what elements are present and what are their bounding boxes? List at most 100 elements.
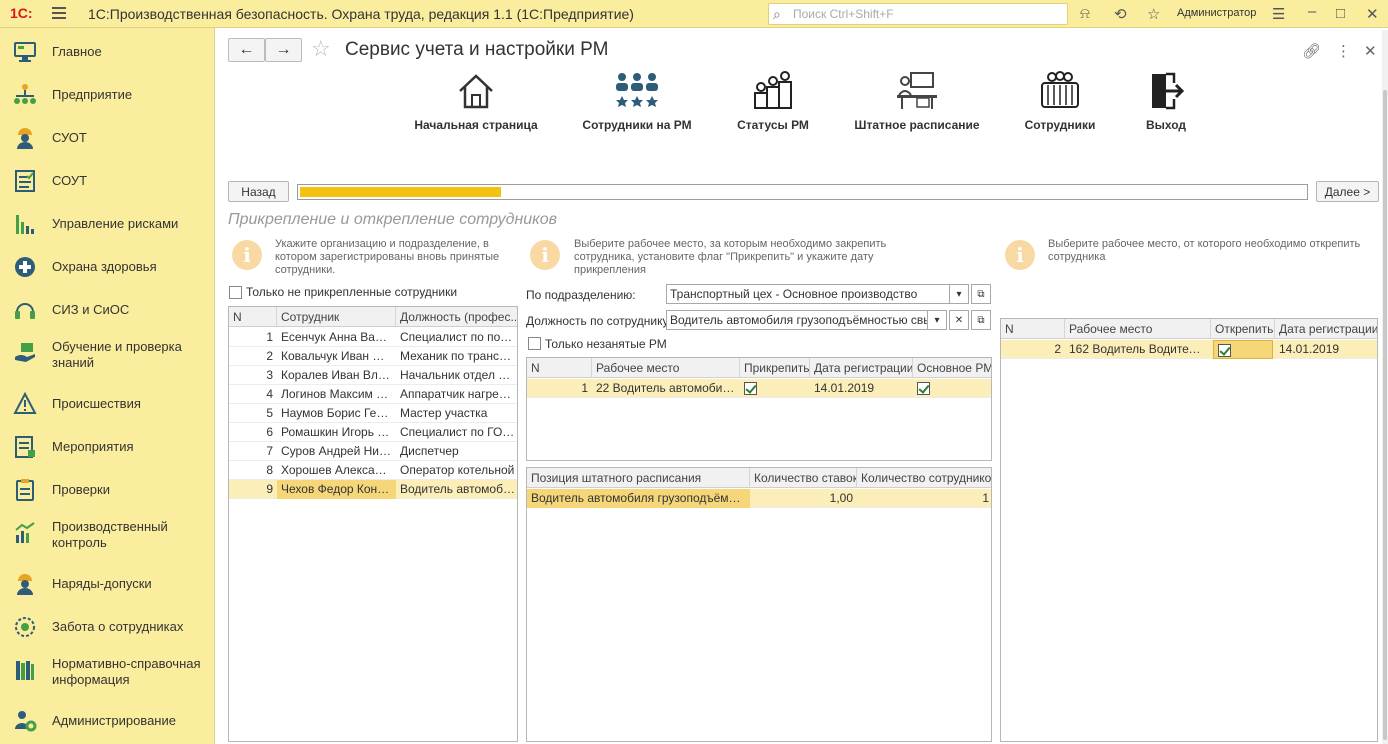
right-note: Выберите рабочее место, от которого необ… <box>1048 238 1361 263</box>
favorite-star-icon[interactable]: ☆ <box>311 36 331 62</box>
division-open-button[interactable]: ⧉ <box>971 284 991 304</box>
position-clear-button[interactable]: ✕ <box>949 310 969 330</box>
checklist-icon <box>12 169 38 193</box>
admin-gear-icon <box>12 709 38 733</box>
col-n[interactable]: N <box>229 307 277 327</box>
col-employee-count[interactable]: Количество сотрудников <box>857 468 991 488</box>
sidebar: Главное Предприятие СУОТ СОУТ Управление… <box>0 28 215 744</box>
tile-home[interactable]: Начальная страница <box>401 68 551 132</box>
cell-position: Специалист по ГО и ... <box>400 425 518 439</box>
step-progress-bar <box>297 184 1308 200</box>
people-stars-icon <box>562 68 712 114</box>
maximize-icon[interactable]: □ <box>1336 5 1345 22</box>
col-n[interactable]: N <box>527 358 592 378</box>
search-input[interactable] <box>791 6 1061 22</box>
cell-position: Водитель автомобил... <box>400 482 518 496</box>
detach-checkbox[interactable] <box>1213 340 1273 359</box>
col-workplace[interactable]: Рабочее место <box>1065 319 1211 339</box>
task-list-icon <box>12 435 38 459</box>
exit-icon <box>1091 68 1241 114</box>
staff-schedule-table[interactable]: Позиция штатного расписания Количество с… <box>526 467 992 742</box>
division-dropdown-button[interactable]: ▾ <box>949 284 969 304</box>
table-row[interactable]: 3 Коралев Иван Влад... Начальник отдел Пж.… <box>229 366 517 385</box>
col-staff-position[interactable]: Позиция штатного расписания <box>527 468 750 488</box>
tile-employees-on-workplaces[interactable]: Сотрудники на РМ <box>562 68 712 132</box>
page-scrollbar[interactable] <box>1382 30 1388 744</box>
medical-cross-icon <box>12 255 38 279</box>
favorites-icon[interactable]: ☆ <box>1147 5 1160 23</box>
care-icon <box>12 615 38 639</box>
attach-checkbox[interactable] <box>740 379 810 398</box>
attach-workplaces-table[interactable]: N Рабочее место Прикрепить Дата регистра… <box>526 357 992 461</box>
position-open-button[interactable]: ⧉ <box>971 310 991 330</box>
col-main-workplace[interactable]: Основное РМ <box>913 358 991 378</box>
table-row[interactable]: 6 Ромашкин Игорь Ев... Специалист по ГО и … <box>229 423 517 442</box>
col-workplace[interactable]: Рабочее место <box>592 358 740 378</box>
position-field[interactable]: Водитель автомобиля грузоподъёмностью св… <box>666 310 928 330</box>
checkbox-checked-icon <box>917 382 930 396</box>
back-button[interactable]: Назад <box>228 181 289 202</box>
position-label: Должность по сотруднику: <box>526 314 672 328</box>
info-icon: i <box>1005 240 1035 270</box>
table-row[interactable]: 7 Суров Андрей Никол... Диспетчер <box>229 442 517 461</box>
monitor-icon <box>12 40 38 64</box>
employees-table[interactable]: N Сотрудник Должность (профес... 1 Есенчу… <box>228 306 518 742</box>
cell-name: Логинов Максим Ф... <box>281 387 396 401</box>
bell-icon[interactable]: ⍾ <box>1080 5 1090 22</box>
table-row[interactable]: Водитель автомобиля грузоподъёмност... 1… <box>527 489 991 508</box>
cell-n: 6 <box>266 425 273 439</box>
clear-icon: ✕ <box>954 314 964 326</box>
nav-forward-button[interactable]: → <box>265 38 302 62</box>
only-free-label: Только незанятые РМ <box>545 337 667 351</box>
tile-workplace-statuses[interactable]: Статусы РМ <box>698 68 848 132</box>
table-header: N Рабочее место Открепить Дата регистрац… <box>1001 319 1377 339</box>
only-free-checkbox[interactable] <box>528 337 541 350</box>
col-reg-date[interactable]: Дата регистрации <box>1275 319 1377 339</box>
table-row[interactable]: 1 22 Водитель автомобиля ... 14.01.2019 <box>527 379 991 398</box>
col-reg-date[interactable]: Дата регистрации <box>810 358 913 378</box>
col-position[interactable]: Должность (профес... <box>396 307 517 327</box>
table-row[interactable]: 8 Хорошев Александр... Оператор котельной <box>229 461 517 480</box>
progress-fill <box>300 187 501 197</box>
cell-name: Есенчук Анна Валер... <box>281 330 396 344</box>
current-user[interactable]: Администратор <box>1177 7 1256 19</box>
cell-position: Мастер участка <box>400 406 488 420</box>
global-search[interactable]: ⌕ <box>768 3 1068 25</box>
info-icon: i <box>530 240 560 270</box>
division-field[interactable]: Транспортный цех - Основное производство <box>666 284 950 304</box>
table-row[interactable]: 4 Логинов Максим Ф... Аппаратчик нагрева .… <box>229 385 517 404</box>
nav-back-button[interactable]: ← <box>228 38 265 62</box>
tile-exit[interactable]: Выход <box>1091 68 1241 132</box>
headphones-icon <box>12 298 38 322</box>
col-detach[interactable]: Открепить <box>1211 319 1275 339</box>
close-window-icon[interactable]: ✕ <box>1366 5 1379 23</box>
cell-name: Коралев Иван Влад... <box>281 368 396 382</box>
main-workplace-checkbox[interactable] <box>913 379 991 398</box>
tile-staff-schedule[interactable]: Штатное расписание <box>842 68 992 132</box>
table-row[interactable]: 2 162 Водитель Водитель а... 14.01.2019 <box>1001 340 1377 359</box>
detach-workplaces-table[interactable]: N Рабочее место Открепить Дата регистрац… <box>1000 318 1378 742</box>
menu-icon[interactable] <box>52 7 66 19</box>
scrollbar-thumb[interactable] <box>1383 90 1387 740</box>
chevron-down-icon: ▾ <box>934 314 940 326</box>
close-form-icon[interactable]: ✕ <box>1364 42 1377 60</box>
table-row[interactable]: 2 Ковальчук Иван Оле... Механик по трансп.… <box>229 347 517 366</box>
cell-name: Ковальчук Иван Оле... <box>281 349 396 363</box>
only-unattached-checkbox[interactable] <box>229 286 242 299</box>
history-icon[interactable]: ⟲ <box>1114 5 1127 23</box>
table-row[interactable]: 9 Чехов Федор Кондр... Водитель автомобил.… <box>229 480 517 499</box>
table-row[interactable]: 1 Есенчук Анна Валер... Специалист по пожа… <box>229 328 517 347</box>
col-n[interactable]: N <box>1001 319 1065 339</box>
minimize-icon[interactable]: – <box>1308 3 1316 20</box>
chevron-down-icon: ▾ <box>956 288 962 300</box>
col-rates[interactable]: Количество ставок <box>750 468 857 488</box>
settings-menu-icon[interactable]: ☰ <box>1272 5 1285 23</box>
table-row[interactable]: 5 Наумов Борис Гера... Мастер участка <box>229 404 517 423</box>
position-dropdown-button[interactable]: ▾ <box>927 310 947 330</box>
next-button[interactable]: Далее > <box>1316 181 1379 202</box>
more-actions-icon[interactable]: ⋮ <box>1336 42 1351 60</box>
link-icon[interactable]: 🔗︎ <box>1302 42 1321 60</box>
col-attach[interactable]: Прикрепить <box>740 358 810 378</box>
col-employee[interactable]: Сотрудник <box>277 307 396 327</box>
cell-position: Оператор котельной <box>400 463 515 477</box>
